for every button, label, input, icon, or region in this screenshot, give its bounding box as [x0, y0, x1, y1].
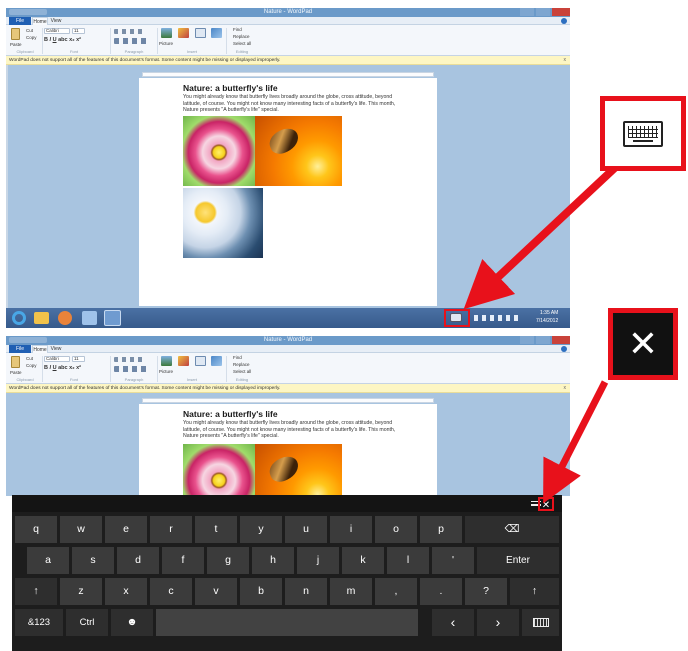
keyboard-icon-spacebar: [633, 140, 653, 142]
keyboard-icon-callout: [600, 96, 686, 171]
arrows-overlay: [463, 160, 623, 504]
keyboard-icon: [623, 121, 663, 147]
close-icon: ✕: [613, 313, 673, 375]
close-icon-callout: ✕: [608, 308, 678, 380]
arrow-to-keyboard-close: [543, 380, 609, 504]
arrow-to-keyboard-icon: [463, 160, 623, 310]
keyboard-icon-keys: [628, 126, 658, 138]
